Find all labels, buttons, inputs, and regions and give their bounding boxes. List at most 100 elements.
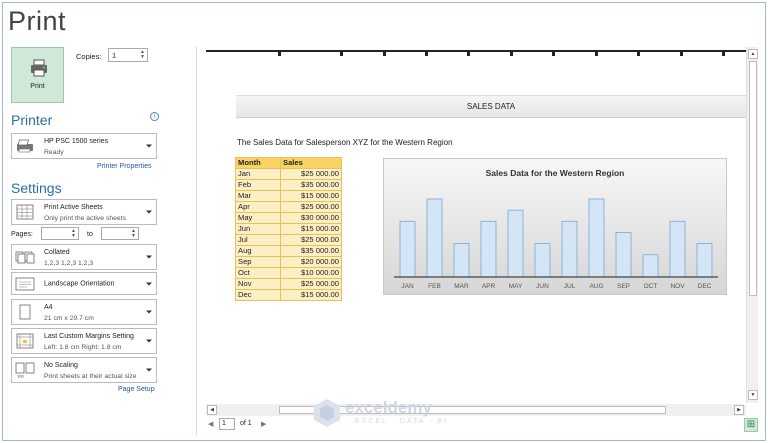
previous-page-icon[interactable]: ◀ (208, 420, 213, 428)
exceldemy-watermark: exceldemy EXCEL · DATA · BI (313, 396, 463, 432)
collation-desc: 1,2,3 1,2,3 1,2,3 (44, 260, 94, 267)
chart-x-tick-label: JAN (401, 283, 414, 290)
chart-bar (399, 220, 416, 278)
panel-divider (196, 47, 197, 435)
table-row: Nov $25 000.00 (235, 278, 342, 290)
watermark-tagline: EXCEL · DATA · BI (355, 418, 448, 425)
watermark-brand: exceldemy (345, 398, 432, 417)
table-row: May $30 000.00 (235, 212, 342, 224)
ruler-tick (383, 50, 386, 56)
printer-device-icon (17, 139, 33, 153)
ruler-tick (425, 50, 428, 56)
paper-size-label: A4 (44, 304, 53, 311)
pages-to-label: to (87, 231, 93, 238)
paper-size-dropdown[interactable]: A4 21 cm x 29.7 cm (11, 299, 157, 325)
table-cell-sales: $35 000.00 (280, 245, 342, 257)
ruler-tick (510, 50, 513, 56)
horizontal-scrollbar[interactable]: ◀ ▶ (206, 404, 746, 416)
chart-x-tick-label: OCT (644, 283, 658, 290)
exceldemy-logo-icon (314, 399, 340, 427)
ruler-tick (340, 50, 343, 56)
info-icon[interactable]: i (150, 112, 159, 121)
orientation-label: Landscape Orientation (44, 280, 115, 287)
printer-properties-link[interactable]: Printer Properties (97, 163, 151, 170)
table-cell-sales: $20 000.00 (280, 256, 342, 268)
table-row: Sep $20 000.00 (235, 256, 342, 268)
margins-dropdown[interactable]: Last Custom Margins Setting Left: 1.8 cm… (11, 328, 157, 354)
chevron-down-icon (146, 255, 152, 259)
sales-table-body: Jan $25 000.00 Feb $35 000.00 Mar $15 000.00 A… (235, 168, 342, 301)
print-what-desc: Only print the active sheets (44, 215, 126, 222)
chart-x-tick-label: MAY (509, 283, 523, 290)
printer-dropdown[interactable]: HP PSC 1500 series Ready (11, 133, 157, 159)
chart-bar (669, 220, 686, 278)
print-button[interactable]: Print (11, 47, 64, 103)
scroll-up-icon[interactable]: ▲ (748, 49, 758, 59)
sheet-grid-icon (16, 204, 34, 220)
next-page-icon[interactable]: ▶ (261, 420, 266, 428)
collation-label: Collated (44, 249, 70, 256)
scroll-left-icon[interactable]: ◀ (207, 405, 217, 415)
copies-stepper[interactable]: 1 ▲ ▼ (108, 48, 148, 62)
ruler-tick (680, 50, 683, 56)
ruler-tick (467, 50, 470, 56)
chart-bar (426, 198, 443, 278)
scroll-right-icon[interactable]: ▶ (734, 405, 744, 415)
chart-bar (453, 243, 470, 278)
chart-x-tick-label: FEB (428, 283, 441, 290)
current-page-input[interactable]: 1 (219, 418, 235, 430)
table-cell-sales: $15 000.00 (280, 289, 342, 301)
chevron-down-icon (146, 282, 152, 285)
table-cell-month: Nov (235, 278, 281, 290)
sheet-header-text: SALES DATA (466, 102, 516, 111)
ruler-tick (552, 50, 555, 56)
table-row: Dec $15 000.00 (235, 289, 342, 301)
chart-plot: JAN FEB MAR APR MAY JUN JUL AUG SEP OCT NOV DEC (394, 198, 718, 290)
chart-x-tick-label: DEC (698, 283, 712, 290)
scroll-down-icon[interactable]: ▼ (748, 390, 758, 400)
pages-to-spin[interactable]: ▲ ▼ (130, 229, 137, 239)
table-cell-month: Aug (235, 245, 281, 257)
current-page-value: 1 (222, 420, 226, 427)
chart-x-tick-label: NOV (670, 283, 685, 290)
chart-x-tick-label: JUL (564, 283, 576, 290)
page-setup-link[interactable]: Page Setup (118, 386, 155, 393)
copies-label: Copies: (76, 52, 102, 61)
sales-chart: Sales Data for the Western Region JAN FEB… (383, 158, 727, 295)
sales-table: Month Sales Jan $25 000.00 Feb $35 000.00 Ma… (235, 157, 342, 301)
chart-bar (615, 232, 632, 278)
print-preview: SALES DATA The Sales Data for Salesperso… (206, 47, 746, 403)
vertical-scroll-thumb[interactable] (749, 61, 757, 296)
table-cell-sales: $10 000.00 (280, 267, 342, 279)
table-cell-month: Jan (235, 168, 281, 180)
table-row: Jan $25 000.00 (235, 168, 342, 180)
table-row: Jun $15 000.00 (235, 223, 342, 235)
table-row: Feb $35 000.00 (235, 179, 342, 191)
pages-to-input[interactable]: ▲ ▼ (101, 227, 139, 240)
table-cell-month: Jul (235, 234, 281, 246)
chart-x-tick-label: APR (482, 283, 496, 290)
table-cell-sales: $25 000.00 (280, 201, 342, 213)
pages-label: Pages: (11, 231, 33, 238)
chart-x-tick-label: MAR (454, 283, 469, 290)
print-what-dropdown[interactable]: Print Active Sheets Only print the activ… (11, 199, 157, 225)
copies-value: 1 (112, 51, 117, 60)
chevron-down-icon (146, 368, 152, 372)
scaling-label: No Scaling (44, 362, 78, 369)
orientation-dropdown[interactable]: Landscape Orientation (11, 272, 157, 295)
scaling-dropdown[interactable]: 100 No Scaling Print sheets at their act… (11, 357, 157, 383)
margins-icon (16, 333, 34, 349)
table-cell-sales: $15 000.00 (280, 223, 342, 235)
ruler-tick (637, 50, 640, 56)
chart-bar (561, 220, 578, 278)
zoom-to-page-button[interactable]: ⊞ (744, 418, 758, 432)
chart-bar (480, 220, 497, 278)
page-count-text: of 1 (240, 420, 252, 427)
scaling-desc: Print sheets at their actual size (44, 373, 137, 380)
collation-dropdown[interactable]: Collated 1,2,3 1,2,3 1,2,3 (11, 244, 157, 270)
table-cell-sales: $35 000.00 (280, 179, 342, 191)
pages-from-input[interactable]: ▲ ▼ (41, 227, 79, 240)
pages-from-spin[interactable]: ▲ ▼ (70, 229, 77, 239)
vertical-scrollbar[interactable]: ▲ ▼ (746, 47, 758, 403)
copies-spin-buttons[interactable]: ▲ ▼ (139, 50, 146, 60)
